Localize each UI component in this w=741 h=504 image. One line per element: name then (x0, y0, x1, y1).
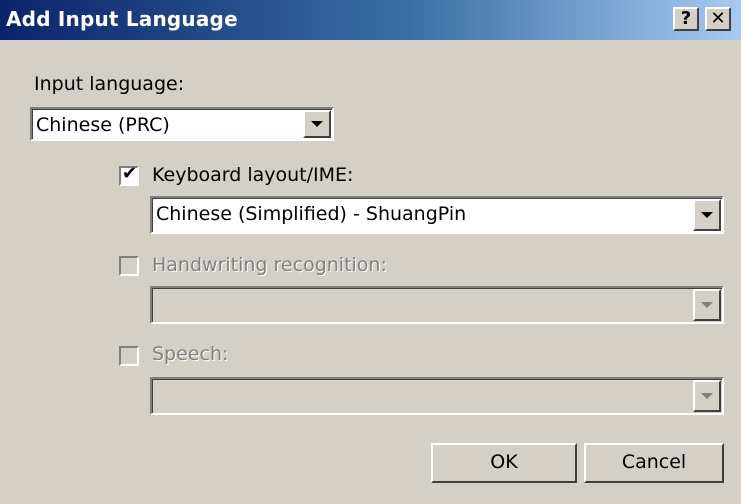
keyboard-layout-dropdown-button[interactable] (693, 199, 721, 231)
help-icon: ? (680, 8, 692, 29)
handwriting-select[interactable] (150, 286, 724, 324)
keyboard-layout-label: Keyboard layout/IME: (152, 164, 354, 186)
speech-select[interactable] (150, 377, 724, 415)
close-button[interactable]: ✕ (705, 7, 731, 31)
help-button[interactable]: ? (673, 7, 699, 31)
chevron-down-icon (701, 393, 713, 399)
close-icon: ✕ (710, 8, 726, 29)
chevron-down-icon (311, 121, 323, 127)
title-bar[interactable]: Add Input Language ? ✕ (0, 0, 741, 40)
speech-dropdown-button[interactable] (693, 380, 721, 412)
keyboard-layout-select[interactable]: Chinese (Simplified) - ShuangPin (150, 196, 724, 234)
handwriting-label: Handwriting recognition: (152, 254, 387, 276)
handwriting-dropdown-button[interactable] (693, 289, 721, 321)
speech-label: Speech: (152, 343, 229, 365)
handwriting-checkbox[interactable] (119, 256, 139, 276)
checkmark-icon: ✔ (122, 163, 138, 184)
keyboard-layout-checkbox[interactable]: ✔ (119, 163, 139, 186)
chevron-down-icon (701, 302, 713, 308)
chevron-down-icon (701, 212, 713, 218)
speech-checkbox[interactable] (119, 346, 139, 366)
ok-button[interactable]: OK (431, 443, 577, 483)
input-language-value: Chinese (PRC) (36, 114, 170, 136)
window-title: Add Input Language (6, 7, 238, 31)
input-language-select[interactable]: Chinese (PRC) (30, 107, 334, 141)
keyboard-layout-value: Chinese (Simplified) - ShuangPin (156, 203, 467, 225)
input-language-dropdown-button[interactable] (303, 110, 331, 138)
cancel-button[interactable]: Cancel (584, 443, 724, 483)
input-language-label: Input language: (34, 73, 185, 95)
add-input-language-dialog: Add Input Language ? ✕ Input language: C… (0, 0, 741, 504)
